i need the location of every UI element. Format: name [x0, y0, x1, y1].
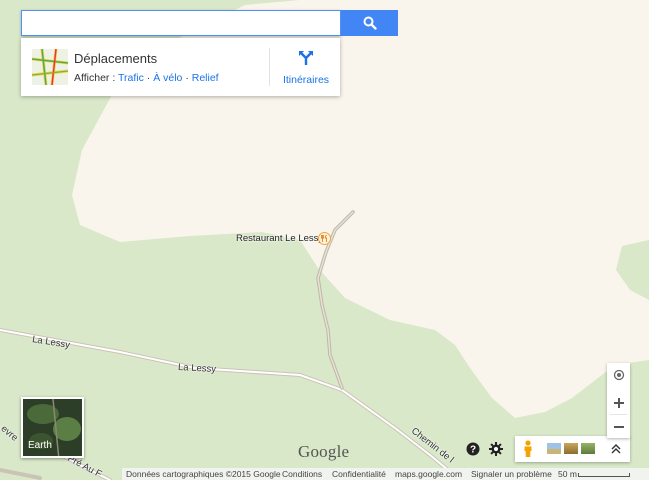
expand-chevron-icon[interactable]: [611, 442, 621, 460]
my-location-button[interactable]: [607, 363, 630, 386]
google-logo: Google: [298, 442, 350, 461]
directions-button[interactable]: Itinéraires: [275, 50, 337, 86]
earth-label: Earth: [28, 440, 52, 451]
earth-view-toggle[interactable]: Earth: [21, 397, 84, 458]
plus-icon: [613, 397, 624, 408]
minus-icon: [613, 425, 624, 428]
photo-thumbnail-2[interactable]: [564, 443, 578, 454]
road-label-la-lessy-2: La Lessy: [177, 362, 217, 375]
help-icon[interactable]: ?: [466, 442, 480, 456]
settings-gear-icon[interactable]: [489, 442, 503, 456]
terrain-link[interactable]: Relief: [192, 72, 219, 84]
show-label: Afficher :: [74, 72, 116, 84]
maps-google-link[interactable]: maps.google.com: [395, 469, 462, 479]
photo-thumbnail-1[interactable]: [547, 443, 561, 454]
zoom-in-button[interactable]: [607, 391, 630, 414]
search-icon: [363, 16, 377, 30]
restaurant-icon[interactable]: [318, 232, 331, 250]
place-label[interactable]: Restaurant Le Lessy: [236, 233, 323, 244]
my-location-icon: [613, 369, 624, 380]
map-footer: Données cartographiques ©2015 Google Con…: [122, 468, 649, 480]
layer-links: Afficher : Trafic · À vélo · Relief: [74, 72, 219, 84]
directions-label: Itinéraires: [282, 74, 330, 86]
imagery-strip: [515, 436, 630, 462]
traffic-map-thumbnail[interactable]: [32, 49, 68, 85]
map-data-attribution: Données cartographiques ©2015 Google: [126, 469, 281, 479]
terms-link[interactable]: Conditions: [282, 469, 322, 479]
scale-label: 50 m: [558, 469, 577, 479]
photo-thumbnail-3[interactable]: [581, 443, 595, 454]
search-button[interactable]: [341, 10, 398, 36]
search-box[interactable]: [21, 10, 341, 36]
privacy-link[interactable]: Confidentialité: [332, 469, 386, 479]
svg-text:?: ?: [470, 445, 476, 456]
zoom-out-button[interactable]: [607, 415, 630, 438]
transit-card: Déplacements Afficher : Trafic · À vélo …: [21, 38, 340, 96]
transit-title: Déplacements: [74, 51, 158, 66]
scale-bar: [578, 473, 630, 477]
pegman-icon[interactable]: [523, 440, 533, 463]
traffic-link[interactable]: Trafic: [118, 72, 144, 84]
bicycling-link[interactable]: À vélo: [153, 72, 182, 84]
directions-icon: [299, 51, 313, 65]
report-problem-link[interactable]: Signaler un problème: [471, 469, 552, 479]
map-controls: [607, 363, 630, 438]
search-input[interactable]: [22, 11, 340, 35]
divider: [269, 48, 270, 86]
